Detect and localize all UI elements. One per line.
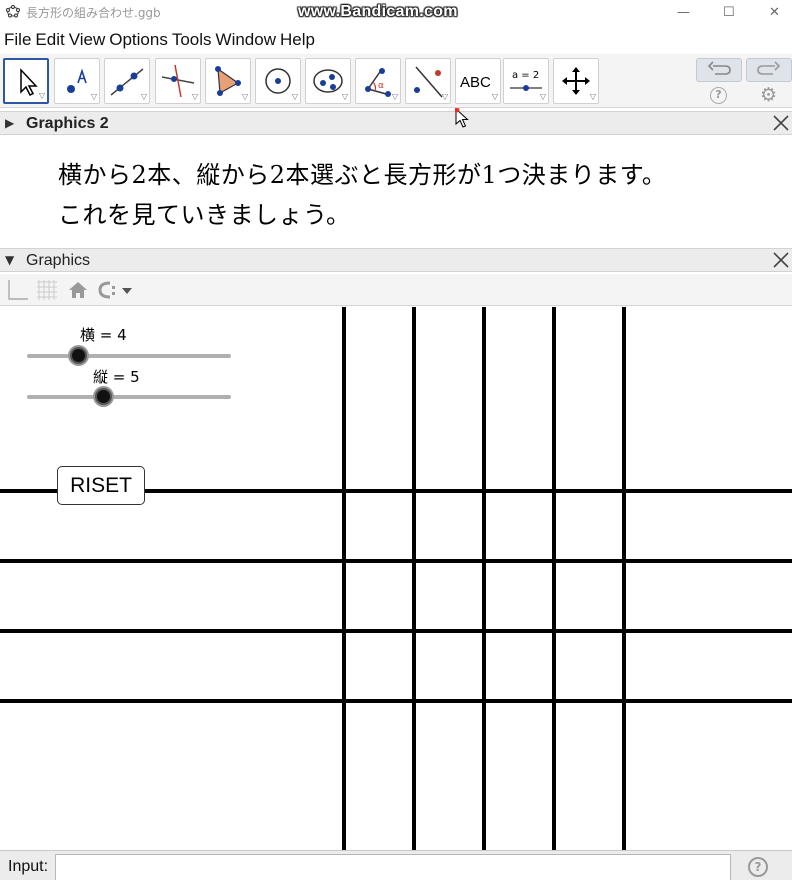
graphics2-header: ▶ Graphics 2 (0, 111, 792, 135)
reflect-tool[interactable]: ▽ (405, 58, 451, 104)
svg-text:a = 2: a = 2 (512, 70, 539, 81)
gear-icon[interactable]: ⚙ (760, 84, 777, 106)
ellipse-icon (313, 69, 343, 93)
vertical-line[interactable] (552, 307, 556, 850)
angle-tool[interactable]: α ▽ (355, 58, 401, 104)
home-icon[interactable] (66, 278, 90, 302)
window-title: 長方形の組み合わせ.ggb (26, 6, 161, 20)
instruction-text-line2: これを見ていきましょう。 (58, 201, 351, 229)
slider-tate-handle[interactable] (95, 388, 112, 405)
move-graphics-view-tool[interactable]: ▽ (553, 58, 599, 104)
minimize-icon: — (677, 5, 690, 20)
move-tool[interactable]: ▽ (3, 58, 49, 104)
title-bar: 長方形の組み合わせ.ggb www.Bandicam.com — ☐ ✕ (0, 0, 792, 24)
slider-yoko-handle[interactable] (70, 347, 87, 364)
vertical-line[interactable] (412, 307, 416, 850)
slider-tate-label: 縦 = 5 (93, 368, 140, 386)
menu-options[interactable]: Options (105, 28, 168, 52)
horizontal-line[interactable] (0, 559, 792, 563)
redo-icon (757, 61, 781, 75)
perpendicular-line-tool[interactable]: ▽ (155, 58, 201, 104)
graphics-header: ▼ Graphics (0, 248, 792, 272)
graphics2-title: Graphics 2 (26, 115, 109, 132)
minimize-button[interactable]: — (660, 0, 706, 24)
circle-icon (265, 68, 291, 94)
undo-icon (707, 61, 731, 75)
vertical-line[interactable] (342, 307, 346, 850)
point-tool[interactable]: ▽ (54, 58, 100, 104)
graphics-style-bar (0, 274, 792, 306)
graphics-title: Graphics (26, 252, 91, 269)
menu-file[interactable]: File (0, 28, 31, 52)
polygon-icon (215, 66, 241, 96)
text-tool[interactable]: ABC ▽ (455, 58, 501, 104)
svg-text:α: α (378, 81, 384, 91)
circle-tool[interactable]: ▽ (255, 58, 301, 104)
axes-toggle-icon[interactable] (5, 278, 29, 302)
slider-yoko-label: 横 = 4 (80, 326, 127, 344)
maximize-icon: ☐ (723, 5, 735, 20)
slider-yoko-track[interactable] (27, 354, 231, 358)
input-help-icon[interactable]: ? (748, 857, 768, 877)
close-icon: ✕ (769, 5, 780, 20)
undo-button[interactable] (696, 58, 742, 82)
svg-text:ABC: ABC (460, 74, 491, 91)
menu-help[interactable]: Help (276, 28, 315, 52)
close-panel-icon[interactable] (771, 250, 791, 270)
point-capturing-icon[interactable] (96, 278, 136, 302)
maximize-button[interactable]: ☐ (706, 0, 752, 24)
menu-window[interactable]: Window (212, 28, 276, 52)
grid-toggle-icon[interactable] (35, 278, 59, 302)
horizontal-line[interactable] (0, 699, 792, 703)
vertical-line[interactable] (622, 307, 626, 850)
ellipse-tool[interactable]: ▽ (305, 58, 351, 104)
vertical-line[interactable] (482, 307, 486, 850)
slider-tate-track[interactable] (27, 395, 231, 399)
graphics2-view[interactable]: 横から2本、縦から2本選ぶと長方形が1つ決まります。 これを見ていきましょう。 (0, 138, 792, 246)
input-field[interactable] (55, 854, 731, 880)
geogebra-app-icon (6, 5, 20, 18)
polygon-tool[interactable]: ▽ (205, 58, 251, 104)
toolbar: ▽ ▽ ▽ ▽ ▽ ▽ ▽ α ▽ ▽ ABC ▽ a = 2 ▽ ▽ ? ⚙ (0, 54, 792, 108)
close-window-button[interactable]: ✕ (752, 0, 792, 24)
expand-arrow-icon[interactable]: ▶ (5, 116, 14, 130)
line-tool[interactable]: ▽ (104, 58, 150, 104)
instruction-text-line1: 横から2本、縦から2本選ぶと長方形が1つ決まります。 (58, 161, 667, 189)
menu-edit[interactable]: Edit (31, 28, 64, 52)
redo-button[interactable] (746, 58, 792, 82)
menu-tools[interactable]: Tools (168, 28, 212, 52)
menu-bar: File Edit View Options Tools Window Help (0, 28, 792, 52)
collapse-arrow-icon[interactable]: ▼ (5, 253, 14, 267)
close-panel-icon[interactable] (771, 113, 791, 133)
help-icon[interactable]: ? (710, 87, 727, 104)
perpendicular-icon (161, 64, 195, 98)
input-bar: Input: ? (0, 850, 792, 880)
horizontal-line[interactable] (0, 629, 792, 633)
recording-watermark: www.Bandicam.com (298, 3, 458, 20)
angle-icon: α (365, 68, 391, 97)
line-icon (110, 68, 144, 96)
point-icon (67, 68, 87, 93)
reset-button[interactable]: RISET (57, 466, 145, 505)
input-label: Input: (8, 858, 49, 875)
slider-tool[interactable]: a = 2 ▽ (503, 58, 549, 104)
mouse-cursor-icon (455, 108, 469, 128)
slider-icon: a = 2 (510, 70, 542, 91)
graphics-view[interactable]: 横 = 4 縦 = 5 RISET (0, 307, 792, 850)
reflect-icon (414, 66, 443, 98)
four-arrows-icon (562, 67, 590, 95)
text-icon: ABC (460, 74, 491, 91)
menu-view[interactable]: View (65, 28, 106, 52)
